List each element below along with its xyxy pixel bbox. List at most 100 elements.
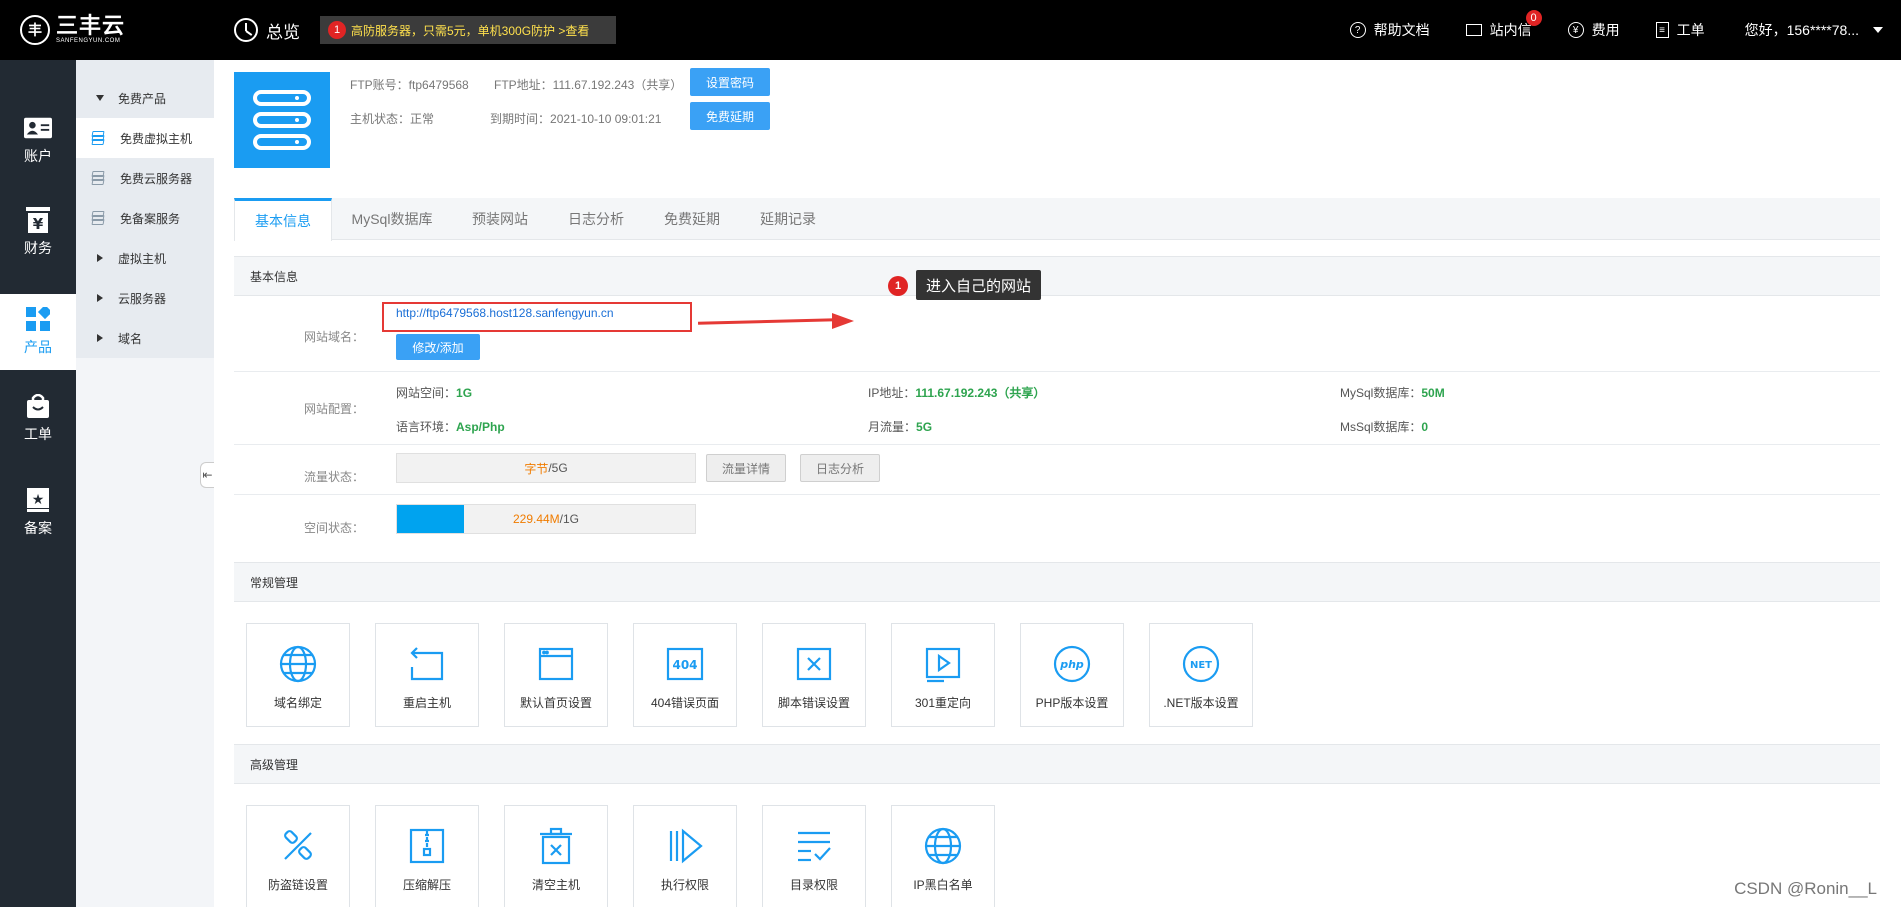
tile-default-page[interactable]: 默认首页设置 (504, 623, 608, 727)
nav-label-products: 产品 (24, 339, 52, 355)
traffic-total: /5G (548, 461, 568, 475)
traffic-progress-bar: 字节/5G (396, 453, 696, 483)
annotation-tooltip: 进入自己的网站 (916, 270, 1042, 300)
tile-restart-host[interactable]: 重启主机 (375, 623, 479, 727)
mssql-config: MsSql数据库：0 (1340, 420, 1429, 434)
bag-icon (24, 394, 52, 418)
help-label: 帮助文档 (1373, 22, 1430, 38)
help-docs-link[interactable]: ? 帮助文档 (1349, 20, 1430, 40)
tile-404-page[interactable]: 404 404错误页面 (633, 623, 737, 727)
collapse-icon: ⇤ (202, 468, 213, 482)
id-card-icon (24, 116, 52, 140)
submenu-domain[interactable]: 域名 (76, 318, 214, 358)
modify-add-button[interactable]: 修改/添加 (396, 334, 480, 360)
svg-text:404: 404 (672, 658, 697, 672)
messages-link[interactable]: 站内信 0 (1465, 10, 1542, 40)
regular-mgmt-header: 常规管理 (234, 562, 1880, 602)
submenu-free-vhost[interactable]: 免费虚拟主机 (76, 118, 214, 158)
collapse-sidebar-handle[interactable]: ⇤ (200, 462, 214, 488)
nav-item-filing[interactable]: ★ 备案 (0, 480, 76, 546)
help-icon: ? (1349, 22, 1366, 38)
submenu-vhost[interactable]: 虚拟主机 (76, 238, 214, 278)
tickets-label: 工单 (1676, 22, 1705, 38)
tab-preinstalled-site[interactable]: 预装网站 (452, 198, 548, 240)
submenu-cloud[interactable]: 云服务器 (76, 278, 214, 318)
layers-icon (90, 171, 106, 185)
messages-label: 站内信 (1489, 22, 1532, 38)
submenu-label: 免备案服务 (120, 211, 181, 226)
space-used: 229.44M (512, 512, 560, 526)
promo-banner[interactable]: 1 高防服务器，只需5元，单机300G防护 >查看 (320, 16, 616, 44)
ip-config: IP地址：111.67.192.243（共享） (868, 386, 1046, 400)
svg-text:NET: NET (1190, 660, 1212, 671)
log-analysis-button[interactable]: 日志分析 (800, 454, 880, 482)
caret-right-icon (97, 334, 103, 342)
ip-value: 111.67.192.243（共享） (915, 386, 1046, 400)
tile-hotlink-protection[interactable]: 防盗链设置 (246, 805, 350, 907)
tile-clear-host[interactable]: 清空主机 (504, 805, 608, 907)
tab-bar: 基本信息 MySql数据库 预装网站 日志分析 免费延期 延期记录 (234, 198, 1880, 241)
nav-item-account[interactable]: 账户 (0, 108, 76, 174)
ftp-account-info: FTP账号：ftp6479568 (350, 78, 469, 92)
caret-right-icon (97, 254, 103, 262)
tab-extend-history[interactable]: 延期记录 (740, 198, 836, 240)
document-icon: ≡ (1655, 22, 1669, 38)
tile-ip-blacklist[interactable]: IP黑白名单 (891, 805, 995, 907)
svg-text:¥: ¥ (33, 215, 44, 233)
host-status: 正常 (410, 112, 435, 126)
tab-log-analysis[interactable]: 日志分析 (548, 198, 644, 240)
promo-number-badge: 1 (328, 21, 346, 39)
logo-domain: SANFENGYUN.COM (56, 38, 121, 44)
submenu-free-icp[interactable]: 免备案服务 (76, 198, 214, 238)
nav-item-tickets[interactable]: 工单 (0, 386, 76, 452)
tab-free-extend[interactable]: 免费延期 (644, 198, 740, 240)
nav-label-finance: 财务 (24, 240, 52, 256)
checklist-icon (794, 826, 834, 866)
grid-icon (24, 307, 52, 331)
link-broken-icon (278, 826, 318, 866)
caret-down-icon (96, 95, 104, 101)
nav-label-tickets: 工单 (24, 426, 52, 442)
tab-basic-info[interactable]: 基本信息 (234, 198, 332, 241)
expire-info: 到期时间：2021-10-10 09:01:21 (490, 112, 662, 126)
free-extend-button[interactable]: 免费延期 (690, 102, 770, 130)
yuan-coin-icon: ¥ (1567, 22, 1584, 38)
tickets-link[interactable]: ≡ 工单 (1655, 20, 1705, 40)
tile-script-error[interactable]: 脚本错误设置 (762, 623, 866, 727)
traffic-detail-button[interactable]: 流量详情 (706, 454, 786, 482)
traffic-config: 月流量：5G (868, 420, 933, 434)
tile-net-version[interactable]: NET .NET版本设置 (1149, 623, 1253, 727)
submenu-free-cloud[interactable]: 免费云服务器 (76, 158, 214, 198)
tile-execute-permission[interactable]: 执行权限 (633, 805, 737, 907)
overview-link[interactable]: 总览 (234, 16, 300, 44)
submenu-free-products[interactable]: 免费产品 (76, 78, 214, 118)
submenu-label: 云服务器 (118, 291, 167, 306)
logo[interactable]: 丰 三丰云 SANFENGYUN.COM (20, 14, 125, 46)
tile-domain-binding[interactable]: 域名绑定 (246, 623, 350, 727)
caret-right-icon (97, 294, 103, 302)
tile-compress-extract[interactable]: 压缩解压 (375, 805, 479, 907)
star-doc-icon: ★ (24, 488, 52, 512)
tab-mysql[interactable]: MySql数据库 (332, 198, 452, 240)
space-value: 1G (456, 386, 473, 400)
product-submenu: 免费产品 免费虚拟主机 免费云服务器 免备案服务 虚拟主机 云服务器 域名 (76, 60, 214, 358)
promo-text: 高防服务器，只需5元，单机300G防护 >查看 (351, 23, 590, 38)
lang-config: 语言环境：Asp/Php (396, 420, 505, 434)
submenu-label: 免费云服务器 (120, 171, 193, 186)
nav-item-products[interactable]: 产品 (0, 294, 76, 370)
tile-directory-permission[interactable]: 目录权限 (762, 805, 866, 907)
tile-301-redirect[interactable]: 301重定向 (891, 623, 995, 727)
server-icon (234, 72, 330, 168)
nav-item-finance[interactable]: ¥ 财务 (0, 200, 76, 266)
browser-window-icon (536, 644, 576, 684)
submenu-label: 免费产品 (118, 91, 167, 106)
trash-icon (536, 826, 576, 866)
404-icon: 404 (665, 644, 705, 684)
restart-icon (407, 644, 447, 684)
user-menu[interactable]: 您好，156****78... (1745, 20, 1883, 40)
tile-php-version[interactable]: php PHP版本设置 (1020, 623, 1124, 727)
set-password-button[interactable]: 设置密码 (690, 68, 770, 96)
chevron-down-icon (1873, 27, 1883, 33)
fees-link[interactable]: ¥ 费用 (1567, 20, 1620, 40)
space-status-label: 空间状态： (303, 521, 364, 535)
